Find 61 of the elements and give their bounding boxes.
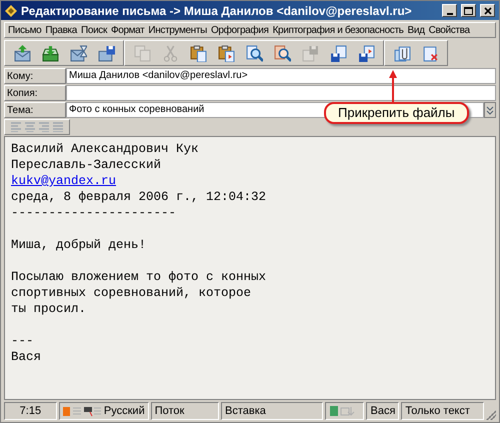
page-disk-icon	[302, 44, 318, 62]
status-language: Русский	[104, 404, 145, 419]
magnifier-page-icon	[274, 44, 290, 62]
callout-tooltip: Прикрепить файлы	[324, 102, 469, 124]
close-icon	[484, 6, 492, 14]
app-icon	[5, 4, 17, 16]
body-line: Вася	[11, 349, 42, 365]
message-body[interactable]	[4, 136, 496, 400]
search-icon	[246, 44, 262, 62]
resize-grip[interactable]	[486, 410, 496, 420]
menu-item[interactable]: Формат	[110, 23, 144, 37]
menu-item[interactable]: Криптография и безопасность	[272, 23, 404, 37]
envelope-hourglass-icon	[70, 44, 86, 62]
body-line: ---	[11, 333, 35, 349]
menu-item[interactable]: Поиск	[81, 23, 107, 37]
field-label: Тема:	[4, 102, 66, 118]
status-time: 7:15	[20, 404, 42, 419]
body-line: Василий Александрович Кук	[11, 141, 200, 157]
clipboard-arrow-icon	[218, 44, 234, 62]
body-line: Посылаю вложением то фото с конных	[11, 269, 268, 285]
field-label: Кому:	[4, 68, 66, 84]
tray-arrow-icon	[42, 44, 58, 62]
page-cross-icon	[422, 44, 438, 62]
menu-item[interactable]: Инструменты	[148, 23, 207, 37]
page-disk-icon	[330, 44, 346, 62]
double-chevron-icon	[486, 105, 494, 115]
email-link[interactable]: kukv@yandex.ru	[11, 174, 116, 188]
envelope-arrow-icon	[14, 44, 30, 62]
status-format: Только текст	[405, 404, 470, 419]
paperclip-page-icon	[394, 44, 410, 62]
field-label: Копия:	[4, 85, 66, 101]
maximize-button[interactable]	[461, 4, 476, 17]
menu-item[interactable]: Вид	[408, 23, 425, 37]
minimize-button[interactable]	[442, 4, 457, 17]
body-line: ----------------------	[11, 205, 178, 221]
input-field[interactable]: Миша Данилов <danilov@pereslavl.ru>	[66, 68, 496, 84]
window-title: Редактирование письма -> Миша Данилов <danilov@pereslavl.ru>	[21, 2, 413, 20]
pointer-arrow	[389, 70, 397, 102]
input-field[interactable]	[66, 85, 496, 101]
close-button[interactable]	[480, 4, 495, 17]
body-line: Переславль-Залесский	[11, 157, 162, 173]
copy-icon	[134, 44, 150, 62]
body-line: среда, 8 февраля 2006 г., 12:04:32	[11, 189, 268, 205]
status-mode: Поток	[154, 404, 184, 419]
body-line: спортивных соревнований, которое	[11, 285, 252, 301]
status-icons-drawing	[62, 406, 102, 416]
status-sender: Вася	[370, 404, 396, 419]
envelope-disk-icon	[98, 44, 114, 62]
status-insert: Вставка	[225, 404, 266, 419]
body-line: Миша, добрый день!	[11, 237, 148, 253]
menu-item[interactable]: Письмо	[8, 23, 42, 37]
menu-item[interactable]: Правка	[45, 23, 78, 37]
expand-button[interactable]	[484, 102, 496, 118]
menu-item[interactable]: Орфография	[210, 23, 269, 37]
body-line: ты просил.	[11, 301, 88, 317]
menu-item[interactable]: Свойства	[428, 23, 470, 37]
page-arrow-disk-icon	[358, 44, 374, 62]
clipboard-icon	[190, 44, 206, 62]
minimize-icon	[446, 12, 452, 14]
maximize-icon	[464, 6, 473, 14]
scissors-icon	[162, 44, 178, 62]
